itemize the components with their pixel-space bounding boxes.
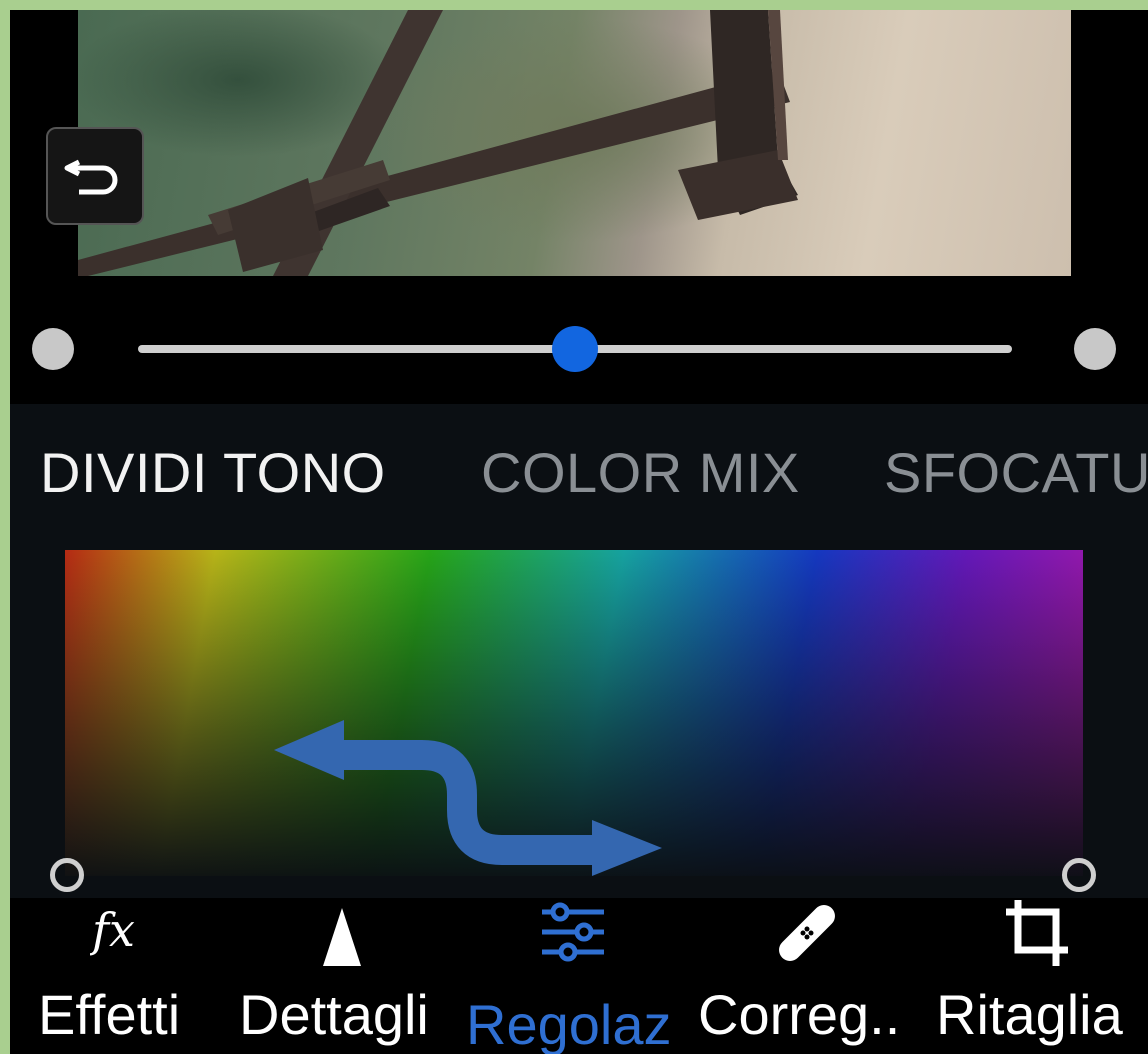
tool-tabs: DIVIDI TONO COLOR MIX SFOCATU [10,404,1148,554]
nav-effetti[interactable]: fx Effetti [10,898,210,1054]
svg-text:fx: fx [90,903,135,957]
slider-min-dot[interactable] [32,328,74,370]
photo-image [78,10,1071,276]
nav-correggi[interactable]: Correg.. [698,898,926,1054]
tab-dividi-tono[interactable]: DIVIDI TONO [40,440,386,505]
bottom-navigation: fx Effetti Dettagli Regolaz Correg.. Rit… [10,898,1148,1054]
nav-regolazioni[interactable]: Regolaz [462,898,688,1054]
crop-icon [1004,898,1070,973]
intensity-slider-row [10,276,1148,404]
nav-label-correggi: Correg.. [698,983,901,1046]
tab-sfocatura[interactable]: SFOCATU [884,440,1148,505]
triangle-icon [317,906,367,973]
bandage-icon [774,900,840,971]
undo-icon [63,150,127,203]
undo-button[interactable] [46,127,144,225]
shadows-handle[interactable] [1062,858,1096,892]
nav-label-dettagli: Dettagli [239,983,429,1046]
nav-label-effetti: Effetti [38,983,181,1046]
tab-color-mix[interactable]: COLOR MIX [481,440,800,505]
nav-dettagli[interactable]: Dettagli [225,898,450,1054]
photo-preview [10,10,1148,276]
nav-label-ritaglia: Ritaglia [936,983,1123,1046]
sliders-icon [538,900,608,969]
nav-ritaglia[interactable]: Ritaglia [934,898,1148,1054]
photo-editor-app: DIVIDI TONO COLOR MIX SFOCATU fx Effetti [10,10,1148,1054]
slider-max-dot[interactable] [1074,328,1116,370]
drag-direction-arrow [274,720,662,876]
slider-thumb[interactable] [552,326,598,372]
nav-label-regolazioni: Regolaz [466,993,672,1054]
fx-icon: fx [89,898,150,963]
highlights-handle[interactable] [50,858,84,892]
